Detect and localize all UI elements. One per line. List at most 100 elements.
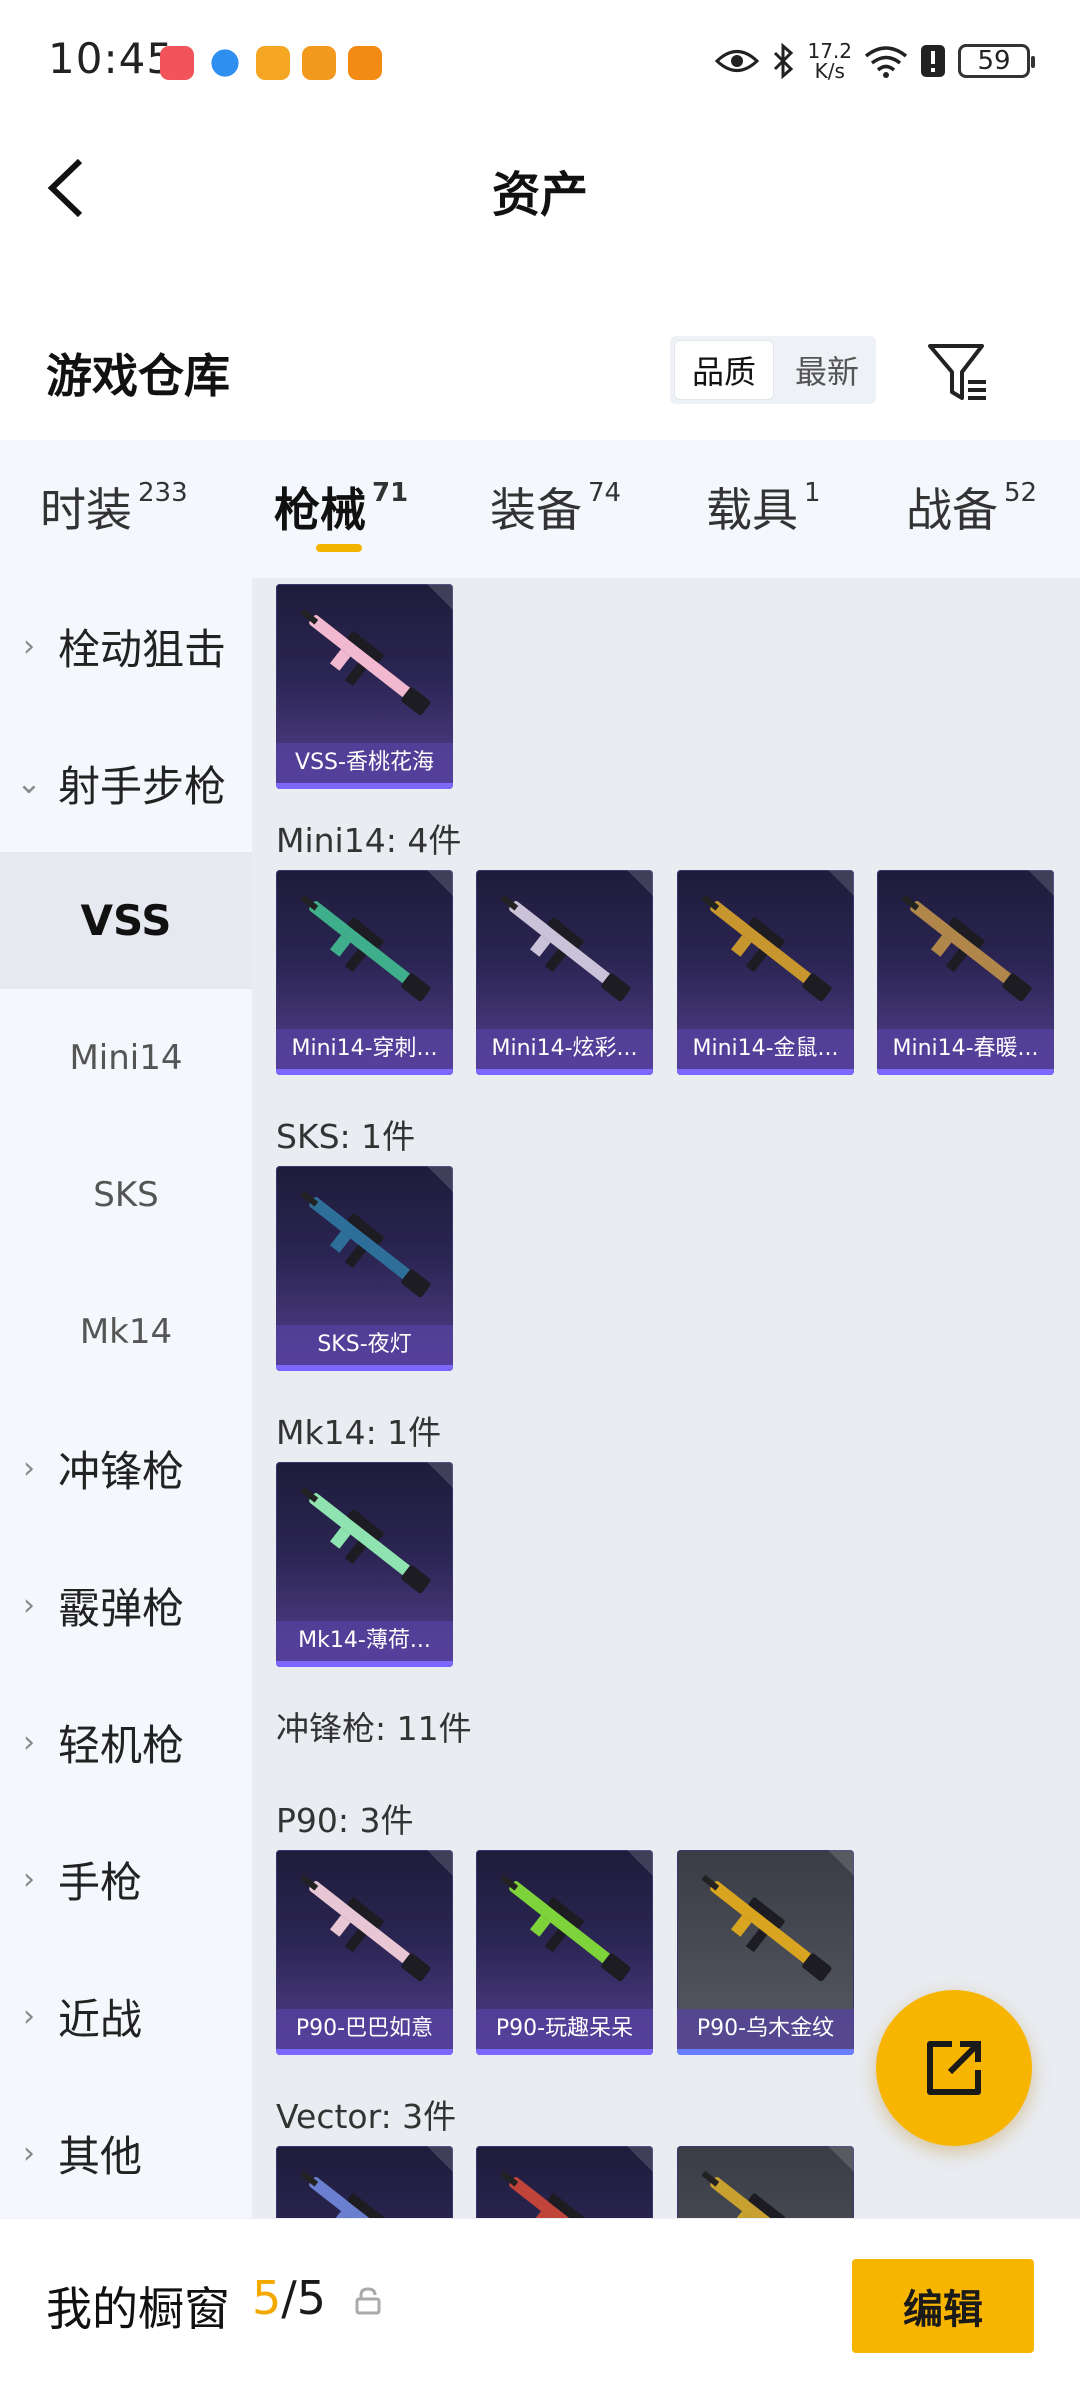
showcase-count: 5/5 xyxy=(252,2271,327,2325)
weapon-image xyxy=(500,2170,615,2218)
skin-name: VSS-香桃花海 xyxy=(276,743,453,783)
weapon-image xyxy=(901,894,1032,1002)
sidebar-item-pistol[interactable]: › 手枪 xyxy=(0,1811,252,1948)
chevron-right-icon: › xyxy=(23,1862,35,1897)
tab-supplies[interactable]: 战备 52 xyxy=(906,474,1037,540)
battery-indicator: 59 xyxy=(958,44,1035,78)
skin-card[interactable]: SKS-夜灯 xyxy=(276,1166,453,1371)
section-label: P90: 3件 xyxy=(276,1801,414,1840)
skin-name: P90-乌木金纹 xyxy=(677,2009,854,2049)
alert-icon xyxy=(921,45,945,77)
rarity-bar xyxy=(276,1661,453,1667)
sort-option-quality[interactable]: 品质 xyxy=(674,340,774,400)
share-button[interactable] xyxy=(876,1990,1032,2146)
skin-card[interactable]: Mini14-穿刺... xyxy=(276,870,453,1075)
rarity-bar xyxy=(276,783,453,789)
weapon-image xyxy=(300,1874,431,1982)
skin-card[interactable] xyxy=(476,2146,653,2218)
wifi-icon xyxy=(864,46,908,78)
filter-button[interactable] xyxy=(924,338,994,408)
skin-card[interactable]: Mini14-炫彩... xyxy=(476,870,653,1075)
skin-name: Mini14-金鼠... xyxy=(677,1029,854,1069)
eye-icon xyxy=(715,50,760,72)
category-tabs: 时装 233 枪械 71 装备 74 载具 1 战备 52 xyxy=(0,440,1080,578)
weapon-type-sidebar: › 栓动狙击 ⌄ 射手步枪 VSS Mini14 SKS Mk14 › 冲锋枪 › 霰弹… xyxy=(0,578,252,2218)
status-time: 10:45 xyxy=(48,34,175,83)
status-bar: 10:45 17.2 K/s 59 xyxy=(0,0,1080,124)
notification-app-icon xyxy=(302,46,336,80)
bluetooth-icon xyxy=(774,43,794,79)
share-external-icon xyxy=(927,2041,981,2095)
skin-card[interactable]: Mk14-薄荷... xyxy=(276,1462,453,1667)
notification-app-icon xyxy=(256,46,290,80)
skin-card[interactable]: VSS-香桃花海 xyxy=(276,584,453,789)
weapon-image xyxy=(701,2170,816,2218)
weapon-image xyxy=(300,1190,431,1298)
rarity-bar xyxy=(276,2049,453,2055)
sort-toggle: 品质 最新 xyxy=(670,336,876,404)
sidebar-item-bolt-sniper[interactable]: › 栓动狙击 xyxy=(0,578,252,715)
sidebar-item-melee[interactable]: › 近战 xyxy=(0,1948,252,2085)
sidebar-item-other[interactable]: › 其他 xyxy=(0,2085,252,2222)
section-label: Mini14: 4件 xyxy=(276,821,462,860)
weapon-image xyxy=(701,1874,832,1982)
sidebar-item-lmg[interactable]: › 轻机枪 xyxy=(0,1674,252,1811)
rarity-bar xyxy=(677,1069,854,1075)
rarity-bar xyxy=(276,1365,453,1371)
notification-app-icon xyxy=(211,49,239,77)
skin-name: P90-玩趣呆呆 xyxy=(476,2009,653,2049)
weapon-image xyxy=(300,1486,431,1594)
skin-name: Mini14-春暖... xyxy=(877,1029,1054,1069)
skin-card[interactable]: P90-玩趣呆呆 xyxy=(476,1850,653,2055)
rarity-bar xyxy=(877,1069,1054,1075)
weapon-image xyxy=(500,894,631,1002)
tab-firearms[interactable]: 枪械 71 xyxy=(274,474,408,540)
chevron-right-icon: › xyxy=(23,629,35,664)
edit-button[interactable]: 编辑 xyxy=(852,2259,1034,2353)
section-label: Mk14: 1件 xyxy=(276,1413,442,1452)
skin-card[interactable]: Mini14-金鼠... xyxy=(677,870,854,1075)
skin-name: Mini14-穿刺... xyxy=(276,1029,453,1069)
chevron-right-icon: › xyxy=(23,1451,35,1486)
sidebar-item-smg[interactable]: › 冲锋枪 xyxy=(0,1400,252,1537)
skin-card[interactable] xyxy=(677,2146,854,2218)
active-tab-indicator xyxy=(316,544,362,552)
sidebar-subitem-vss[interactable]: VSS xyxy=(0,852,252,989)
page-title: 资产 xyxy=(491,167,588,223)
chevron-right-icon: › xyxy=(23,2136,35,2171)
sidebar-subitem-sks[interactable]: SKS xyxy=(0,1126,252,1263)
rarity-bar xyxy=(276,1069,453,1075)
section-label: 冲锋枪: 11件 xyxy=(276,1709,472,1748)
skin-name: SKS-夜灯 xyxy=(276,1325,453,1365)
lock-icon xyxy=(355,2287,381,2315)
sidebar-item-shotgun[interactable]: › 霰弹枪 xyxy=(0,1537,252,1674)
skin-card[interactable]: P90-巴巴如意 xyxy=(276,1850,453,2055)
chevron-down-icon: ⌄ xyxy=(16,766,42,801)
filter-icon xyxy=(928,344,986,400)
notification-app-icon xyxy=(348,46,382,80)
sidebar-subitem-mk14[interactable]: Mk14 xyxy=(0,1263,252,1400)
rarity-bar xyxy=(677,2049,854,2055)
skin-card[interactable]: Mini14-春暖... xyxy=(877,870,1054,1075)
weapon-image xyxy=(500,1874,631,1982)
bottom-bar: 我的橱窗 5/5 编辑 xyxy=(0,2218,1080,2382)
weapon-image xyxy=(300,608,431,716)
warehouse-title: 游戏仓库 xyxy=(46,349,230,403)
skin-name: P90-巴巴如意 xyxy=(276,2009,453,2049)
skin-card[interactable]: P90-乌木金纹 xyxy=(677,1850,854,2055)
sidebar-subitem-mini14[interactable]: Mini14 xyxy=(0,989,252,1126)
rarity-bar xyxy=(476,1069,653,1075)
sidebar-item-dmr[interactable]: ⌄ 射手步枪 xyxy=(0,715,252,852)
chevron-right-icon: › xyxy=(23,1999,35,2034)
section-label: Vector: 3件 xyxy=(276,2097,457,2136)
sort-option-newest[interactable]: 最新 xyxy=(778,336,876,404)
tab-fashion[interactable]: 时装 233 xyxy=(40,474,188,540)
weapon-image xyxy=(300,2170,415,2218)
skin-card[interactable] xyxy=(276,2146,453,2218)
net-speed: 17.2 K/s xyxy=(807,39,852,83)
tab-vehicles[interactable]: 载具 1 xyxy=(706,474,821,540)
chevron-right-icon: › xyxy=(23,1725,35,1760)
status-icons: 17.2 K/s 59 xyxy=(715,36,1035,86)
notification-app-icon xyxy=(160,46,194,80)
tab-equipment[interactable]: 装备 74 xyxy=(490,474,621,540)
